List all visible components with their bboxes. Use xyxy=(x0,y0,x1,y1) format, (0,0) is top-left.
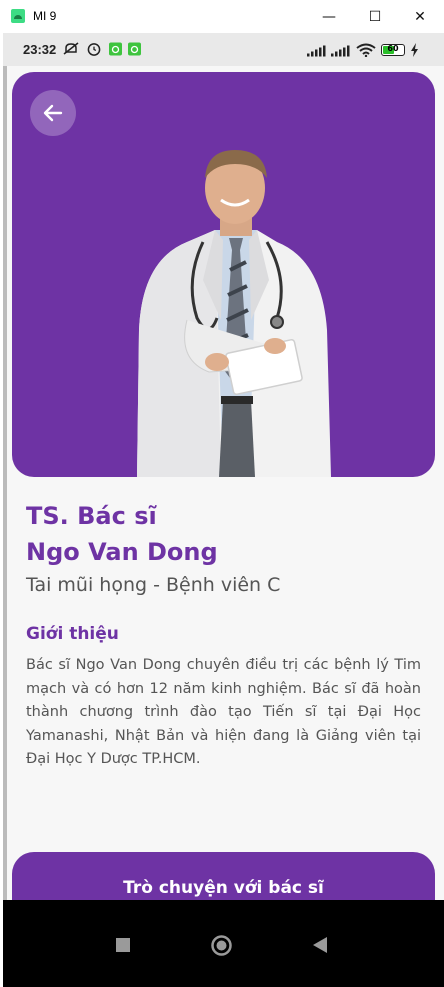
status-time: 23:32 xyxy=(23,42,57,57)
minimize-button[interactable]: — xyxy=(318,6,340,28)
triangle-back-icon[interactable] xyxy=(313,937,327,953)
doctor-specialty: Tai mũi họng - Bệnh viên C xyxy=(26,574,281,596)
window-titlebar: MI 9 — ☐ ✕ xyxy=(0,0,444,33)
system-navigation-bar xyxy=(3,900,444,987)
signal-icon xyxy=(307,45,326,57)
wifi-icon xyxy=(356,43,376,57)
charging-icon xyxy=(411,43,418,57)
alarm-icon xyxy=(87,43,101,56)
app-notification-icon xyxy=(109,42,122,56)
square-icon[interactable] xyxy=(116,938,130,952)
circle-icon[interactable] xyxy=(211,935,232,956)
intro-text: Bác sĩ Ngo Van Dong chuyên điều trị các … xyxy=(26,657,421,767)
battery-icon: 60 xyxy=(381,44,405,56)
intro-heading: Giới thiệu xyxy=(26,624,119,644)
background-edge xyxy=(3,66,7,900)
back-button[interactable] xyxy=(30,90,76,136)
window-title: MI 9 xyxy=(33,9,57,23)
doctor-hero-card xyxy=(12,72,435,477)
doctor-photo xyxy=(137,150,331,477)
close-button[interactable]: ✕ xyxy=(409,6,431,28)
doctor-detail-screen: TS. Bác sĩ Ngo Van Dong Tai mũi họng - B… xyxy=(3,66,444,924)
arrow-left-icon xyxy=(43,104,63,122)
status-bar: 23:32 60 xyxy=(3,33,444,66)
app-notification-icon xyxy=(128,42,141,56)
battery-level: 60 xyxy=(387,44,399,53)
android-logo-icon xyxy=(11,9,25,23)
doctor-title-line: TS. Bác sĩ xyxy=(26,502,157,530)
phone-frame: 23:32 60 TS. Bác sĩ Ngo Van Dong Tai mũi… xyxy=(3,33,444,987)
maximize-button[interactable]: ☐ xyxy=(364,6,386,28)
doctor-name-line: Ngo Van Dong xyxy=(26,538,218,566)
signal-icon xyxy=(331,45,350,57)
doctor-name: TS. Bác sĩ Ngo Van Dong xyxy=(26,498,218,570)
mute-icon xyxy=(63,42,79,55)
